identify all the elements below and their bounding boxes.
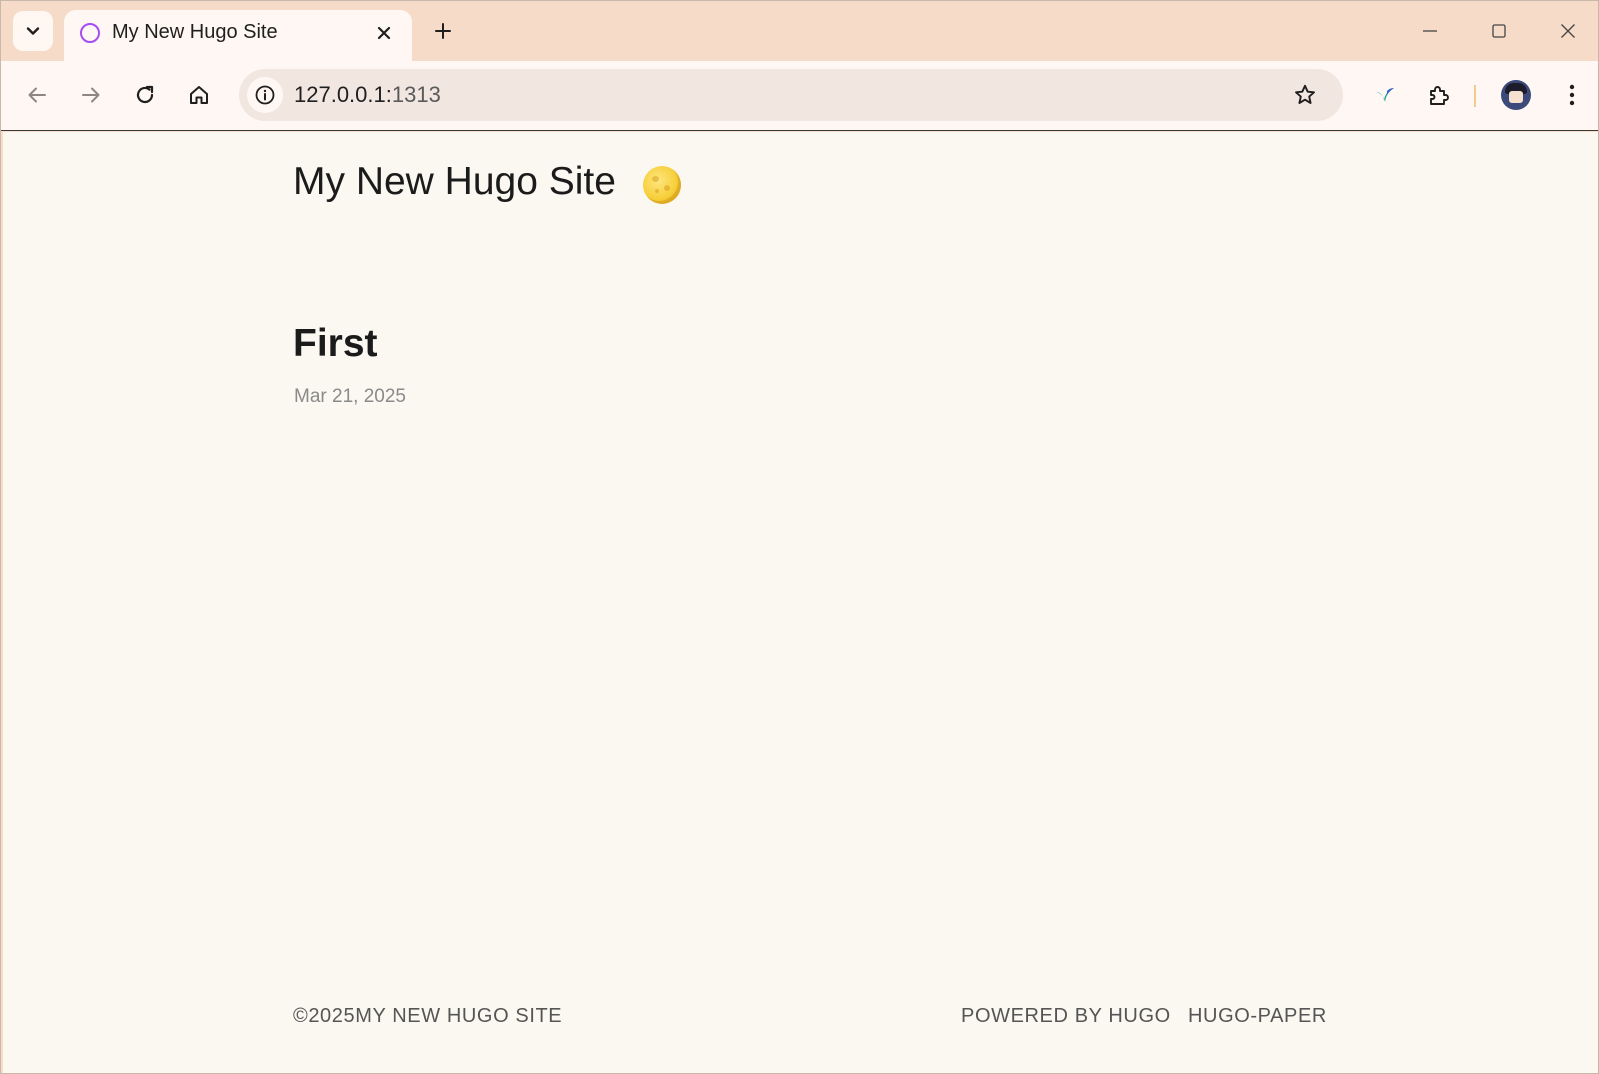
minimize-icon [1423,30,1437,32]
close-icon [377,26,391,40]
address-port: 1313 [391,82,441,107]
ring-icon [80,23,100,43]
home-button[interactable] [179,75,219,115]
tab-strip: My New Hugo Site [1,1,1598,61]
plus-icon [435,23,451,39]
back-button[interactable] [17,75,57,115]
arrow-right-icon [82,87,100,103]
address-bar[interactable]: 127.0.0.1:1313 [239,69,1343,121]
moon-crater [664,185,670,191]
browser-menu-button[interactable] [1552,75,1592,115]
forward-button[interactable] [71,75,111,115]
footer-copyright: ©2025MY NEW HUGO SITE [293,1005,563,1027]
tab-search-button[interactable] [13,11,53,51]
chevron-down-icon [26,27,40,35]
footer-link-hugo-paper[interactable]: HUGO-PAPER [1188,1005,1327,1028]
home-icon [190,86,208,104]
site-info-button[interactable] [247,77,283,113]
bookmark-button[interactable] [1287,77,1323,113]
address-url: 127.0.0.1:1313 [294,82,441,108]
moon-icon[interactable] [643,166,681,204]
reload-button[interactable] [125,75,165,115]
close-icon [1561,24,1575,38]
maximize-button[interactable] [1477,11,1521,51]
toolbar-divider [1474,85,1476,107]
site-title-link[interactable]: My New Hugo Site [293,160,616,204]
moon-crater [655,189,659,193]
reload-icon [136,85,154,104]
address-host: 127.0.0.1: [294,82,392,107]
bird-icon [1376,88,1394,102]
star-icon [1295,84,1315,104]
post-title-link[interactable]: First [293,322,378,366]
new-tab-button[interactable] [427,15,459,47]
avatar[interactable] [1501,80,1531,110]
info-icon [255,85,275,105]
tab-close-button[interactable] [370,19,398,47]
moon-crater [652,176,659,182]
tab-title: My New Hugo Site [112,21,278,43]
post-date: Mar 21, 2025 [294,386,406,407]
close-window-button[interactable] [1546,11,1590,51]
footer-link-powered-by-hugo[interactable]: POWERED BY HUGO [961,1005,1171,1028]
extensions-button[interactable] [1419,75,1459,115]
kebab-menu-icon [1569,84,1575,106]
puzzle-icon [1430,86,1449,105]
page-viewport: My New Hugo Site First Mar 21, 2025 ©202… [3,132,1598,1073]
arrow-left-icon [28,87,46,103]
browser-window: My New Hugo Site 127.0.0.1:1313 My New H… [0,0,1599,1074]
extension-bird-button[interactable] [1365,75,1405,115]
browser-toolbar: 127.0.0.1:1313 [1,61,1598,131]
minimize-button[interactable] [1408,11,1452,51]
maximize-icon [1492,24,1506,38]
avatar-face [1509,91,1523,103]
active-tab[interactable]: My New Hugo Site [64,10,412,61]
